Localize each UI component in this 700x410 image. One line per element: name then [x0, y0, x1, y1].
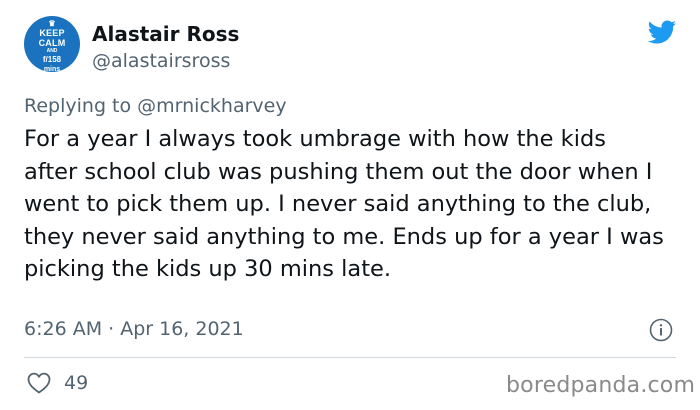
- tweet-text: For a year I always took umbrage with ho…: [24, 126, 664, 282]
- info-icon[interactable]: [649, 318, 673, 342]
- avatar[interactable]: ♛ KEEP CALM AND f/158 mins: [24, 16, 80, 72]
- author-handle[interactable]: @alastairsross: [92, 50, 230, 72]
- reply-mention-link[interactable]: @mrnickharvey: [137, 95, 286, 117]
- heart-icon[interactable]: [27, 372, 51, 394]
- like-count: 49: [64, 372, 89, 394]
- avatar-text-number: f/158: [42, 55, 62, 64]
- avatar-text-calm: CALM: [38, 38, 66, 48]
- avatar-text-and: AND: [46, 48, 58, 54]
- tweet-timestamp[interactable]: 6:26 AM · Apr 16, 2021: [24, 318, 244, 340]
- replying-prefix: Replying to: [24, 95, 138, 117]
- divider: [24, 357, 676, 358]
- watermark: boredpanda.com: [506, 373, 696, 398]
- author-name[interactable]: Alastair Ross: [92, 22, 239, 46]
- avatar-text-mins: mins: [43, 66, 61, 72]
- replying-to: Replying to @mrnickharvey: [24, 95, 287, 117]
- crown-icon: ♛: [48, 19, 56, 28]
- twitter-bird-icon[interactable]: [645, 17, 678, 47]
- avatar-text-keep: KEEP: [39, 28, 65, 38]
